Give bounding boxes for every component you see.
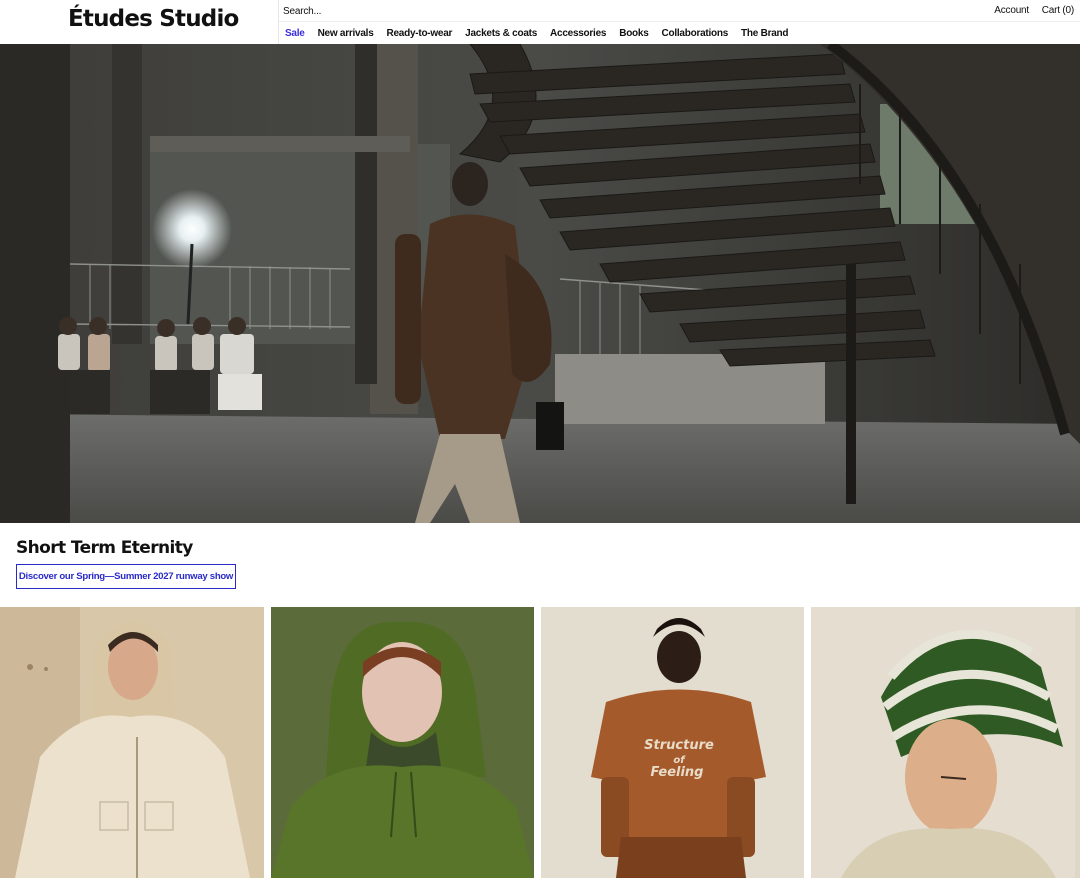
product-grid: Structure of Feeling <box>0 607 1080 878</box>
runway-show-button[interactable]: Discover our Spring—Summer 2027 runway s… <box>16 564 236 589</box>
search-input[interactable] <box>283 3 703 19</box>
nav-item-new-arrivals[interactable]: New arrivals <box>318 28 374 39</box>
nav-item-accessories[interactable]: Accessories <box>550 28 606 39</box>
product-card[interactable] <box>271 607 534 878</box>
product-image <box>271 607 534 878</box>
brand-logo[interactable]: Études Studio <box>68 6 239 32</box>
campaign-title: Short Term Eternity <box>16 538 193 558</box>
nav-item-jackets-coats[interactable]: Jackets & coats <box>465 28 537 39</box>
next-card-edge <box>1075 607 1080 878</box>
nav-item-sale[interactable]: Sale <box>285 28 305 39</box>
cart-link[interactable]: Cart (0) <box>1042 5 1074 16</box>
hero-photo-graphic <box>0 44 1080 523</box>
nav-item-collaborations[interactable]: Collaborations <box>662 28 729 39</box>
product-card[interactable] <box>811 607 1075 878</box>
product-image <box>0 607 264 878</box>
product-image <box>811 607 1075 878</box>
product-card[interactable]: Structure of Feeling <box>541 607 804 878</box>
site-header: Études Studio Account Cart (0) Sale New … <box>0 0 1080 44</box>
tshirt-print-line-3: Feeling <box>651 765 704 780</box>
main-nav: Sale New arrivals Ready-to-wear Jackets … <box>279 23 1080 44</box>
nav-item-ready-to-wear[interactable]: Ready-to-wear <box>387 28 453 39</box>
tshirt-print-line-1: Structure <box>644 738 714 753</box>
logo-area: Études Studio <box>0 0 279 44</box>
account-link[interactable]: Account <box>994 5 1029 16</box>
nav-item-books[interactable]: Books <box>619 28 649 39</box>
product-card[interactable] <box>0 607 264 878</box>
utility-bar: Account Cart (0) <box>279 0 1080 22</box>
product-image: Structure of Feeling <box>541 607 804 878</box>
hero-image[interactable] <box>0 44 1080 523</box>
nav-item-the-brand[interactable]: The Brand <box>741 28 788 39</box>
